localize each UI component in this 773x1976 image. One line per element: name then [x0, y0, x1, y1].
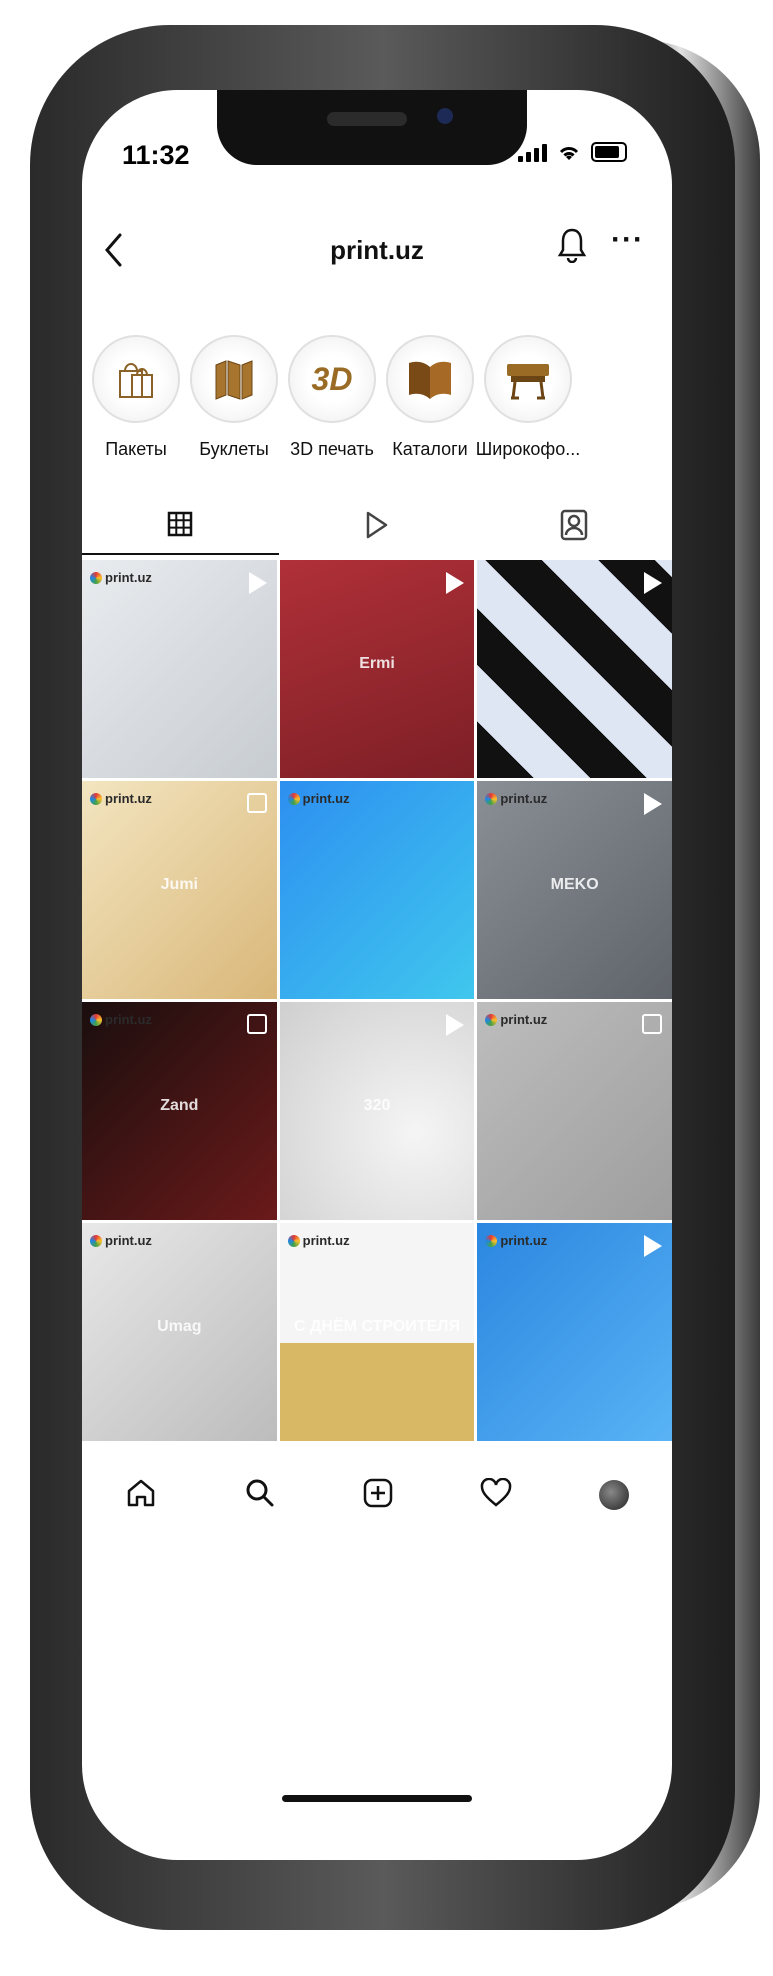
post-thumbnail[interactable]: print.uz Zand — [82, 1002, 277, 1220]
highlight-label: Буклеты — [199, 439, 269, 459]
story-highlights: Пакеты Буклеты 3D 3D печать Каталоги Шир… — [92, 335, 672, 485]
bell-icon — [557, 228, 587, 264]
post-caption: Ermi — [359, 655, 395, 672]
shopping-bag-icon — [119, 363, 153, 398]
reel-badge-icon — [644, 572, 662, 594]
carousel-badge-icon — [642, 1014, 662, 1034]
post-caption: Umag — [157, 1318, 202, 1335]
nav-activity[interactable] — [480, 1477, 512, 1513]
post-logo: print.uz — [90, 1012, 152, 1027]
highlight-katalogi[interactable]: Каталоги — [386, 335, 474, 485]
booklet-icon — [215, 360, 253, 400]
highlight-label: Пакеты — [105, 439, 167, 459]
notch — [217, 90, 527, 165]
post-logo: print.uz — [485, 791, 547, 806]
tab-tagged[interactable] — [475, 495, 672, 555]
post-caption: MEKO — [550, 876, 599, 893]
post-thumbnail[interactable]: print.uz С ДНЁМ СТРОИТЕЛЯ — [279, 1223, 475, 1441]
post-logo: print.uz — [90, 791, 152, 806]
post-thumbnail[interactable]: 320 — [279, 1002, 475, 1220]
more-options-button[interactable]: ··· — [611, 223, 644, 257]
play-icon — [366, 511, 388, 539]
wifi-icon — [559, 147, 579, 160]
highlight-ring — [386, 335, 474, 423]
post-thumbnail[interactable]: print.uz MEKO — [477, 781, 672, 999]
highlight-label: Широкофо... — [475, 439, 581, 459]
avatar-icon — [598, 1480, 629, 1510]
post-logo: print.uz — [287, 791, 350, 806]
post-logo: print.uz — [90, 1233, 152, 1248]
speaker-grille — [327, 112, 407, 126]
reel-badge-icon — [446, 572, 465, 594]
post-logo: print.uz — [485, 1233, 547, 1248]
post-thumbnail[interactable]: print.uz Umag — [82, 1223, 277, 1441]
posts-grid: print.uz Ermi print.uz Jumi print.uz print.uz… — [82, 560, 672, 1441]
tab-grid[interactable] — [82, 495, 279, 555]
signal-icon — [518, 144, 547, 162]
notifications-button[interactable] — [557, 227, 587, 268]
profile-tabs — [82, 495, 672, 555]
battery-icon — [591, 142, 627, 162]
carousel-badge-icon — [246, 1014, 267, 1034]
status-time: 11:32 — [122, 140, 190, 170]
post-thumbnail[interactable]: print.uz — [279, 781, 475, 999]
nav-home[interactable] — [125, 1477, 157, 1514]
plus-square-icon — [363, 1478, 393, 1507]
open-book-icon — [409, 361, 451, 399]
home-icon — [127, 1479, 155, 1506]
search-icon — [246, 1479, 274, 1506]
post-caption: Zand — [160, 1097, 199, 1114]
post-thumbnail[interactable]: print.uz Jumi — [82, 781, 277, 999]
reel-badge-icon — [446, 1014, 465, 1036]
nav-profile[interactable] — [598, 1480, 629, 1510]
tagged-person-icon — [560, 509, 587, 541]
highlight-ring — [190, 335, 278, 423]
post-thumbnail[interactable]: print.uz — [477, 1223, 672, 1441]
post-caption: Jumi — [160, 876, 198, 893]
post-thumbnail[interactable]: print.uz — [82, 560, 277, 778]
post-thumbnail[interactable] — [477, 560, 672, 778]
reel-badge-icon — [248, 572, 267, 594]
highlight-buklety[interactable]: Буклеты — [190, 335, 278, 485]
highlight-ring: 3D — [288, 335, 376, 423]
reel-badge-icon — [644, 1235, 662, 1257]
carousel-badge-icon — [246, 793, 267, 813]
nav-search[interactable] — [244, 1477, 276, 1514]
reel-badge-icon — [644, 793, 662, 815]
post-caption: С ДНЁМ СТРОИТЕЛЯ — [294, 1318, 460, 1335]
grid-icon — [168, 511, 193, 537]
heart-icon — [481, 1477, 512, 1507]
post-logo: print.uz — [287, 1233, 350, 1248]
front-camera — [437, 108, 453, 124]
phone-screen: 11:32 print.uz ··· Пакеты Буклеты 3D 3D … — [82, 90, 672, 1860]
3d-icon: 3D — [311, 360, 353, 397]
plotter-icon — [507, 364, 549, 400]
post-caption: 320 — [363, 1097, 391, 1114]
nav-new-post[interactable] — [362, 1477, 394, 1514]
highlight-ring — [484, 335, 572, 423]
post-thumbnail[interactable]: Ermi — [279, 560, 475, 778]
highlight-label: 3D печать — [290, 439, 374, 459]
profile-header: print.uz ··· — [82, 195, 672, 275]
post-logo: print.uz — [90, 570, 152, 585]
highlight-label: Каталоги — [392, 439, 468, 459]
highlight-ring — [92, 335, 180, 423]
bottom-nav — [82, 1445, 672, 1545]
status-icons — [518, 142, 627, 162]
post-thumbnail[interactable]: print.uz — [477, 1002, 672, 1220]
highlight-shirokoformat[interactable]: Широкофо... — [476, 335, 580, 485]
post-logo: print.uz — [485, 1012, 547, 1027]
tab-reels[interactable] — [279, 495, 476, 555]
highlight-pakety[interactable]: Пакеты — [92, 335, 180, 485]
highlight-3d-pechat[interactable]: 3D 3D печать — [288, 335, 376, 485]
home-indicator — [282, 1795, 472, 1802]
